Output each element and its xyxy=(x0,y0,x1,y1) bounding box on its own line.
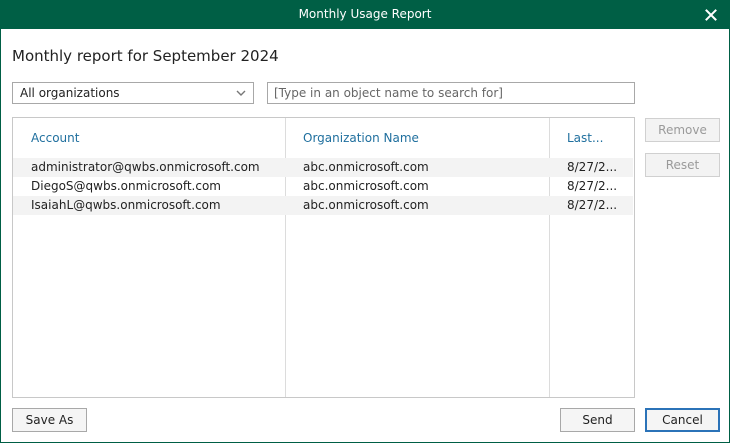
close-icon xyxy=(705,9,717,21)
table-header: Account Organization Name Last... xyxy=(13,118,634,158)
reset-button[interactable]: Reset xyxy=(645,153,720,177)
chevron-down-icon xyxy=(235,87,247,102)
cell-account: DiegoS@qwbs.onmicrosoft.com xyxy=(31,179,221,193)
cell-organization: abc.onmicrosoft.com xyxy=(303,160,429,174)
cell-last: 8/27/2... xyxy=(567,198,618,212)
cell-organization: abc.onmicrosoft.com xyxy=(303,198,429,212)
organization-dropdown[interactable]: All organizations xyxy=(12,82,254,104)
save-as-button[interactable]: Save As xyxy=(12,408,87,432)
title-bar: Monthly Usage Report xyxy=(1,1,729,29)
monthly-usage-report-dialog: Monthly Usage Report Monthly report for … xyxy=(0,0,730,443)
report-heading: Monthly report for September 2024 xyxy=(12,47,279,65)
cell-last: 8/27/2... xyxy=(567,160,618,174)
send-button[interactable]: Send xyxy=(560,408,635,432)
organization-dropdown-value: All organizations xyxy=(20,86,120,100)
column-header-last[interactable]: Last... xyxy=(567,118,627,158)
cancel-button[interactable]: Cancel xyxy=(645,408,720,432)
cell-account: administrator@qwbs.onmicrosoft.com xyxy=(31,160,260,174)
cell-last: 8/27/2... xyxy=(567,179,618,193)
cell-organization: abc.onmicrosoft.com xyxy=(303,179,429,193)
column-header-organization-name[interactable]: Organization Name xyxy=(303,118,543,158)
window-title: Monthly Usage Report xyxy=(298,7,432,21)
accounts-table: Account Organization Name Last... admini… xyxy=(12,117,635,398)
table-row[interactable]: DiegoS@qwbs.onmicrosoft.com abc.onmicros… xyxy=(13,177,633,196)
column-header-account[interactable]: Account xyxy=(31,118,281,158)
table-row[interactable]: administrator@qwbs.onmicrosoft.com abc.o… xyxy=(13,158,633,177)
close-button[interactable] xyxy=(701,5,721,25)
cell-account: IsaiahL@qwbs.onmicrosoft.com xyxy=(31,198,221,212)
remove-button[interactable]: Remove xyxy=(645,118,720,142)
table-row[interactable]: IsaiahL@qwbs.onmicrosoft.com abc.onmicro… xyxy=(13,196,633,215)
search-input[interactable] xyxy=(267,82,635,104)
